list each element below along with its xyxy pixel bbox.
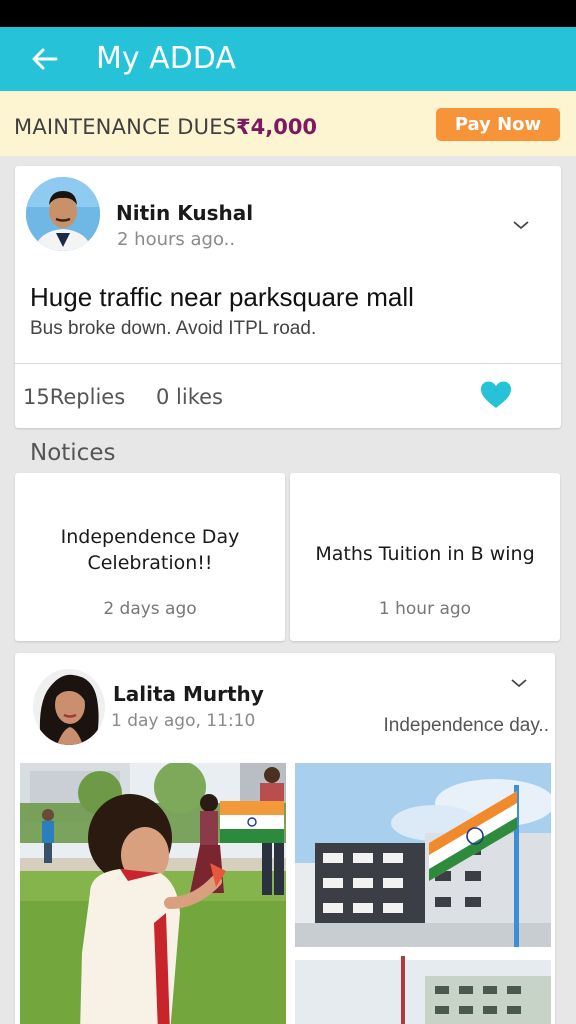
status-bar [0, 0, 576, 27]
photo-flag-building[interactable] [295, 763, 551, 947]
post-menu-button[interactable] [509, 213, 533, 237]
page-title: My ADDA [96, 41, 236, 76]
notice-title: Independence Day Celebration!! [60, 526, 240, 574]
replies-count[interactable]: 15Replies [23, 385, 125, 409]
notice-card[interactable]: Maths Tuition in B wing 1 hour ago [290, 473, 560, 641]
post-time: 2 hours ago.. [117, 229, 236, 250]
avatar[interactable] [26, 177, 100, 251]
dues-label: MAINTENANCE DUES [14, 115, 237, 139]
post-title[interactable]: Huge traffic near parksquare mall [30, 282, 414, 313]
likes-count[interactable]: 0 likes [156, 385, 223, 409]
heart-icon [481, 381, 511, 408]
like-button[interactable] [479, 380, 513, 410]
maintenance-dues-banner: MAINTENANCE DUES ₹4,000 Pay Now [0, 91, 576, 156]
back-button[interactable] [22, 41, 66, 77]
chevron-down-icon [511, 679, 527, 688]
post-caption: Independence day.. [383, 715, 549, 736]
notice-card[interactable]: Independence Day Celebration!! 2 days ag… [15, 473, 285, 641]
pay-now-button[interactable]: Pay Now [436, 108, 560, 141]
avatar[interactable] [33, 669, 105, 745]
dues-amount: ₹4,000 [236, 115, 318, 139]
notice-time: 1 hour ago [378, 599, 472, 619]
author-name[interactable]: Nitin Kushal [116, 201, 253, 225]
post-menu-button[interactable] [507, 671, 531, 695]
post-card[interactable]: Lalita Murthy 1 day ago, 11:10 Independe… [15, 653, 555, 1024]
divider [15, 363, 561, 364]
post-card[interactable]: Nitin Kushal 2 hours ago.. Huge traffic … [15, 166, 561, 428]
photo-building[interactable] [295, 956, 551, 1024]
photo-girl-with-flag[interactable] [20, 763, 286, 1024]
arrow-left-icon [32, 48, 58, 70]
app-bar: My ADDA [0, 27, 576, 91]
post-time: 1 day ago, 11:10 [111, 711, 256, 731]
notices-heading: Notices [30, 440, 116, 466]
author-name[interactable]: Lalita Murthy [113, 682, 264, 706]
chevron-down-icon [513, 221, 529, 230]
notice-title: Maths Tuition in B wing [315, 543, 535, 565]
post-body: Bus broke down. Avoid ITPL road. [30, 318, 397, 340]
notice-time: 2 days ago [103, 599, 197, 619]
